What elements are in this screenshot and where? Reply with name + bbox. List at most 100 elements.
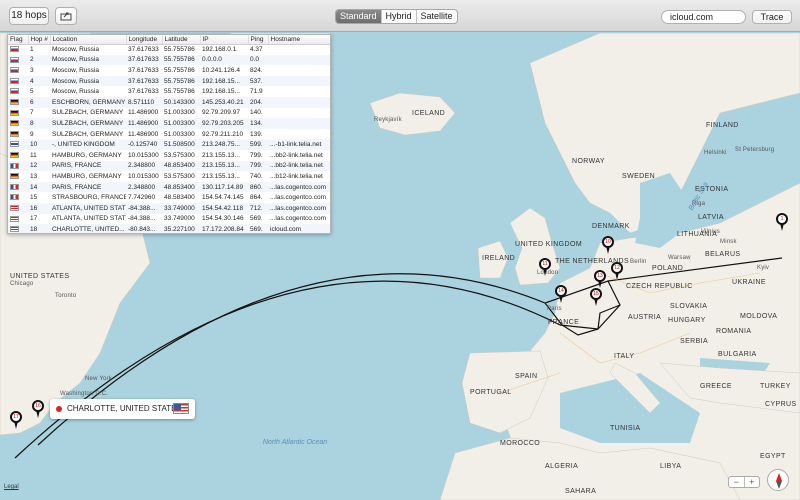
label-finland: FINLAND <box>706 122 739 129</box>
table-row[interactable]: 9 SULZBACH, GERMANY 11.486900 51.003300 92.7… <box>8 129 330 140</box>
table-row[interactable]: 3 Moscow, Russia 37.617633 55.755786 10.241.… <box>8 65 330 76</box>
table-row[interactable]: 4 Moscow, Russia 37.617633 55.755786 192.168… <box>8 75 330 87</box>
col-location[interactable]: Location <box>50 35 127 45</box>
host-search-input[interactable]: icloud.com <box>661 10 746 24</box>
table-row[interactable]: 1 Moscow, Russia 37.617633 55.755786 192.168… <box>8 44 330 55</box>
label-sweden: SWEDEN <box>622 173 656 180</box>
table-row[interactable]: 2 Moscow, Russia 37.617633 55.755786 0.0.0.0… <box>8 54 330 66</box>
hop-pin[interactable]: 12 <box>611 262 623 280</box>
hop-pin[interactable]: 1 <box>776 213 788 231</box>
cell-ping: 712. <box>248 202 268 214</box>
cell-lat: 55.755786 <box>162 54 200 66</box>
location-callout[interactable]: CHARLOTTE, UNITED STATES <box>50 399 195 419</box>
table-row[interactable]: 15 STRASBOURG, FRANCE 7.742960 48.583400 154… <box>8 192 330 203</box>
compass-icon[interactable] <box>767 469 789 491</box>
cell-ip: 213.155.13... <box>200 160 248 172</box>
label-bulgaria: BULGARIA <box>718 351 757 358</box>
label-serbia: SERBIA <box>680 338 709 345</box>
label-portugal: PORTUGAL <box>470 389 512 396</box>
table-row[interactable]: 16ATLANTA, UNITED STATES-84.388...33.749… <box>8 202 330 214</box>
mode-satellite[interactable]: Satellite <box>417 10 457 23</box>
hop-pin[interactable]: 11 <box>539 258 551 276</box>
trace-button[interactable]: Trace <box>752 10 792 24</box>
cell-ping: 824. <box>250 66 263 74</box>
cell-lon: -0.125740 <box>126 139 162 150</box>
share-button[interactable] <box>55 7 77 25</box>
table-row[interactable]: 14 PARIS, FRANCE 2.348800 48.853400 130.117.… <box>8 181 330 193</box>
cell-location: PARIS, FRANCE <box>50 181 126 193</box>
cell-ip: 17.172.208.84 <box>200 224 248 233</box>
table-row[interactable]: 10 -, UNITED KINGDOM -0.125740 51.508500 213… <box>8 139 330 150</box>
flag-cell <box>8 44 28 55</box>
hops-count-button[interactable]: 18 hops <box>9 7 49 25</box>
table-row[interactable]: 6 ESCHBORN, GERMANY 8.571110 50.143300 145.2… <box>8 96 330 108</box>
cell-location: ATLANTA, UNITED STATES <box>50 202 126 214</box>
cell-host <box>268 118 330 129</box>
table-row[interactable]: 5 Moscow, Russia 37.617633 55.755786 192.168… <box>8 86 330 97</box>
cell-ip: 192.168.15... <box>202 88 240 96</box>
hop-pin[interactable]: 14 <box>555 285 567 303</box>
cell-lat: 33.749000 <box>164 215 195 223</box>
label-greece: GREECE <box>700 383 732 390</box>
col-flag[interactable]: Flag <box>8 35 29 45</box>
cell-location: PARIS, FRANCE <box>50 160 126 172</box>
zoom-in-button[interactable]: + <box>745 477 760 487</box>
table-row[interactable]: 17 ATLANTA, UNITED STATES-84.388... 33.749… <box>8 214 330 225</box>
cell-host: ...las.cogentco.com <box>268 181 330 193</box>
us-flag-icon <box>10 204 19 211</box>
col-latitude[interactable]: Latitude <box>162 35 201 45</box>
mode-hybrid[interactable]: Hybrid <box>382 10 417 23</box>
zoom-out-button[interactable]: − <box>729 477 745 487</box>
cell-lat: 51.003300 <box>164 109 195 117</box>
col-ip[interactable]: IP <box>200 35 249 45</box>
mode-standard[interactable]: Standard <box>336 10 382 23</box>
label-turkey: TURKEY <box>760 383 791 390</box>
cell-host <box>268 44 330 55</box>
cell-location: CHARLOTTE, UNITED... <box>50 224 126 233</box>
cell-location: -, UNITED KINGDOM <box>50 139 126 150</box>
label-reykjavik: Reykjavík <box>374 117 402 123</box>
cell-hop: 3 <box>30 66 34 74</box>
legal-link[interactable]: Legal <box>4 484 19 490</box>
cell-lat: 51.003300 <box>164 130 195 138</box>
hop-pin[interactable]: 10 <box>602 236 614 254</box>
hop-pin[interactable]: 15 <box>590 288 602 306</box>
cell-location: Moscow, Russia <box>52 88 99 96</box>
flag-cell <box>8 150 28 161</box>
table-row[interactable]: 12 PARIS, FRANCE 2.348800 48.853400 213.155.… <box>8 160 330 172</box>
flag-cell <box>8 192 28 203</box>
cell-hop: 18 <box>28 224 50 233</box>
table-row[interactable]: 11 HAMBURG, GERMANY 10.015300 53.575300 213.… <box>8 150 330 161</box>
hop-pin[interactable]: 16 <box>32 400 44 418</box>
cell-hop: 12 <box>28 160 50 172</box>
table-row[interactable]: 13 HAMBURG, GERMANY 10.015300 53.575300 213.… <box>8 171 330 182</box>
label-warsaw: Warsaw <box>668 255 691 261</box>
cell-ping: 799. <box>248 160 268 172</box>
cell-ip: 130.117.14.89 <box>200 181 248 193</box>
col-longitude[interactable]: Longitude <box>126 35 163 45</box>
col-ping[interactable]: Ping <box>248 35 269 45</box>
flag-cell <box>8 96 28 108</box>
cell-host <box>268 129 330 140</box>
cell-hop: 8 <box>28 118 50 129</box>
table-row[interactable]: 18 CHARLOTTE, UNITED... -80.843... 35.22710… <box>8 224 330 233</box>
cell-hop: 4 <box>28 75 50 87</box>
cell-lon: 37.617633 <box>126 75 162 87</box>
label-berlin: Berlin <box>630 259 647 265</box>
cell-ping: 740. <box>250 172 263 180</box>
table-row[interactable]: 8 SULZBACH, GERMANY 11.486900 51.003300 92.7… <box>8 118 330 129</box>
col-hostname[interactable]: Hostname <box>268 35 330 45</box>
hop-pin[interactable]: 17 <box>10 411 22 429</box>
cell-lon: -84.388... <box>128 215 156 223</box>
germany-flag-icon <box>10 173 19 180</box>
label-helsinki: Helsinki <box>704 150 727 156</box>
table-row[interactable]: 7 SULZBACH, GERMANY 11.486900 51.003300 92.7… <box>8 108 330 119</box>
cell-location: Moscow, Russia <box>52 66 99 74</box>
cell-lon: 8.571110 <box>126 96 162 108</box>
col-hop[interactable]: Hop # <box>28 35 51 45</box>
cell-ping: 864. <box>250 194 263 202</box>
cell-ping: 139. <box>250 130 263 138</box>
hop-pin[interactable]: 13 <box>594 270 606 288</box>
cell-hop: 17 <box>30 215 38 223</box>
cell-host: ...las.cogentco.com <box>270 215 326 223</box>
